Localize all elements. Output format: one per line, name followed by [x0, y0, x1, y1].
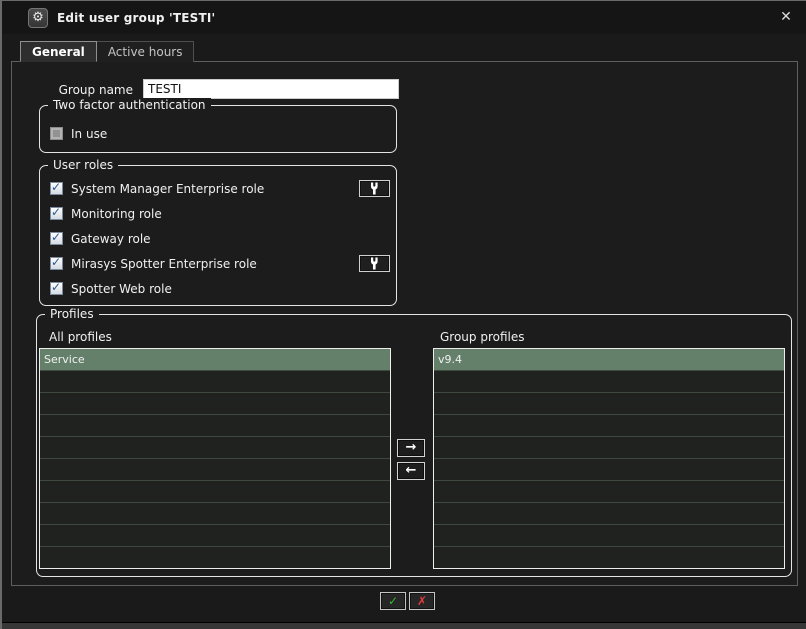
dialog-window: ⚙ Edit user group 'TESTI' ✕ General Acti…	[0, 0, 806, 629]
list-row-empty[interactable]	[434, 459, 784, 481]
group-name-input[interactable]	[143, 79, 399, 99]
list-row-empty[interactable]	[40, 481, 390, 503]
list-row-empty[interactable]	[40, 547, 390, 568]
list-row-empty[interactable]	[40, 525, 390, 547]
tab-active-hours[interactable]: Active hours	[96, 41, 195, 62]
cancel-button[interactable]: ✗	[409, 592, 435, 610]
list-row-empty[interactable]	[40, 371, 390, 393]
tab-strip: General Active hours	[20, 41, 195, 62]
window-bottom-edge	[2, 622, 806, 629]
role-row: System Manager Enterprise role	[50, 180, 390, 197]
list-row-empty[interactable]	[434, 415, 784, 437]
wrench-icon	[369, 182, 380, 195]
role-checkbox[interactable]	[50, 205, 63, 220]
role-checkbox[interactable]	[50, 180, 63, 195]
profiles-legend: Profiles	[45, 307, 99, 321]
two-factor-legend: Two factor authentication	[48, 98, 211, 112]
role-label: System Manager Enterprise role	[71, 181, 265, 196]
gears-icon: ⚙	[28, 8, 48, 28]
role-label: Gateway role	[71, 231, 151, 246]
user-roles-list: System Manager Enterprise role Monitorin…	[50, 180, 390, 297]
list-row-empty[interactable]	[434, 525, 784, 547]
title-bar: ⚙ Edit user group 'TESTI' ✕	[2, 1, 806, 34]
list-row-empty[interactable]	[434, 371, 784, 393]
group-profiles-list: v9.4	[433, 348, 785, 569]
all-profiles-list: Service	[39, 348, 391, 569]
list-row-empty[interactable]	[40, 393, 390, 415]
ok-button[interactable]: ✓	[380, 592, 406, 610]
user-roles-legend: User roles	[48, 158, 119, 172]
role-checkbox[interactable]	[50, 230, 63, 245]
list-item-service[interactable]: Service	[40, 349, 390, 371]
wrench-icon	[369, 257, 380, 270]
list-row-empty[interactable]	[40, 415, 390, 437]
all-profiles-label: All profiles	[49, 330, 112, 344]
group-name-label: Group name	[58, 83, 133, 97]
list-row-empty[interactable]	[434, 393, 784, 415]
user-roles-groupbox: User roles System Manager Enterprise rol…	[39, 158, 397, 306]
general-tab-panel: Group name Two factor authentication In …	[11, 61, 798, 586]
list-item-v94[interactable]: v9.4	[434, 349, 784, 371]
window-title: Edit user group 'TESTI'	[57, 11, 216, 25]
profiles-groupbox: Profiles All profiles Group profiles Ser…	[36, 307, 792, 577]
move-left-button[interactable]: ←	[397, 462, 425, 480]
role-label: Spotter Web role	[71, 281, 172, 296]
in-use-label: In use	[71, 126, 108, 141]
list-row-empty[interactable]	[40, 503, 390, 525]
arrow-right-icon: →	[405, 440, 417, 455]
role-label: Monitoring role	[71, 206, 162, 221]
role-row: Gateway role	[50, 230, 390, 247]
role-row: Mirasys Spotter Enterprise role	[50, 255, 390, 272]
check-icon: ✓	[387, 594, 399, 608]
role-checkbox[interactable]	[50, 280, 63, 295]
cross-icon: ✗	[416, 594, 428, 608]
role-checkbox[interactable]	[50, 255, 63, 270]
list-row-empty[interactable]	[434, 481, 784, 503]
close-icon[interactable]: ✕	[777, 8, 795, 26]
list-row-empty[interactable]	[434, 503, 784, 525]
list-row-empty[interactable]	[40, 459, 390, 481]
group-profiles-label: Group profiles	[440, 330, 525, 344]
role-label: Mirasys Spotter Enterprise role	[71, 256, 257, 271]
in-use-row: In use	[50, 125, 107, 142]
list-row-empty[interactable]	[434, 547, 784, 568]
list-row-empty[interactable]	[40, 437, 390, 459]
arrow-left-icon: ←	[405, 463, 417, 478]
role-row: Monitoring role	[50, 205, 390, 222]
role-settings-button[interactable]	[359, 180, 390, 197]
role-row: Spotter Web role	[50, 280, 390, 297]
list-row-empty[interactable]	[434, 437, 784, 459]
role-settings-button[interactable]	[359, 255, 390, 272]
tab-general[interactable]: General	[20, 41, 97, 62]
two-factor-groupbox: Two factor authentication In use	[39, 98, 397, 153]
in-use-checkbox[interactable]	[50, 127, 63, 140]
move-right-button[interactable]: →	[397, 439, 425, 457]
